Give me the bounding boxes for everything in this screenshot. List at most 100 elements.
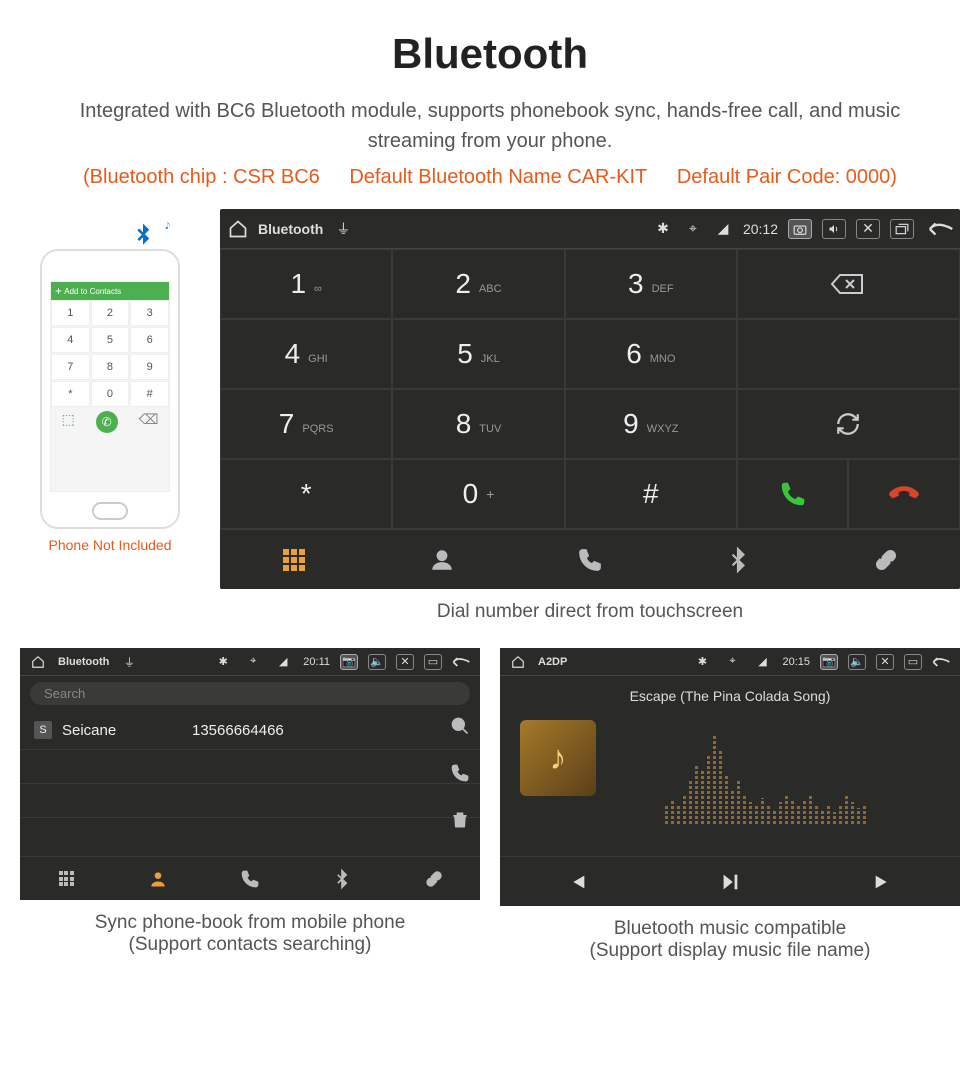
status-title: Bluetooth: [58, 656, 109, 668]
dialer-caption: Dial number direct from touchscreen: [220, 589, 960, 643]
caption-line1: Bluetooth music compatible: [614, 918, 846, 939]
home-icon[interactable]: [508, 655, 528, 669]
phone-illustration: + Add to Contacts 123 456 789 *0# ⬚ ✆ ⌫ …: [20, 209, 200, 553]
dialer-screen: Bluetooth ⏚ ✱ ⌖ ◢ 20:12 ✕ 1∞2ABC3DEF4GHI…: [220, 209, 960, 589]
contact-row[interactable]: S Seicane 13566664466: [20, 711, 480, 750]
empty-cell: [737, 319, 960, 389]
dial-key-1[interactable]: 1∞: [220, 249, 392, 319]
screenshot-button[interactable]: 📷: [340, 654, 358, 670]
status-time: 20:12: [743, 221, 778, 237]
tab-call-history[interactable]: [516, 530, 664, 589]
bluetooth-icon: [128, 221, 158, 259]
backspace-button[interactable]: [737, 249, 960, 319]
side-actions: [450, 716, 470, 835]
hero-specs: (Bluetooth chip : CSR BC6 Default Blueto…: [20, 166, 960, 189]
prev-button[interactable]: [500, 857, 653, 906]
close-button[interactable]: ✕: [856, 219, 880, 239]
close-button[interactable]: ✕: [396, 654, 414, 670]
dial-key-2[interactable]: 2ABC: [392, 249, 564, 319]
back-button[interactable]: [932, 219, 952, 239]
bluetooth-status-icon: ✱: [653, 220, 673, 237]
volume-button[interactable]: 🔈: [368, 654, 386, 670]
phone-disclaimer: Phone Not Included: [20, 537, 200, 553]
bottom-tabs: [20, 856, 480, 900]
caption-line2: (Support contacts searching): [30, 934, 470, 956]
phonebook-screen: Bluetooth ⏚ ✱ ⌖ ◢ 20:11 📷 🔈 ✕ ▭ Searc: [20, 648, 480, 900]
tab-dialpad[interactable]: [220, 530, 368, 589]
status-bar: Bluetooth ⏚ ✱ ⌖ ◢ 20:11 📷 🔈 ✕ ▭: [20, 648, 480, 676]
search-input[interactable]: Search: [30, 682, 470, 705]
phonebook-caption: Sync phone-book from mobile phone (Suppo…: [20, 900, 480, 976]
dial-key-3[interactable]: 3DEF: [565, 249, 737, 319]
search-icon[interactable]: [450, 716, 470, 741]
music-controls: [500, 856, 960, 906]
caption-line1: Sync phone-book from mobile phone: [95, 912, 406, 933]
dial-key-7[interactable]: 7PQRS: [220, 389, 392, 459]
tab-contacts[interactable]: [112, 857, 204, 900]
dial-key-9[interactable]: 9WXYZ: [565, 389, 737, 459]
bottom-tabs: [220, 529, 960, 589]
music-screen: A2DP ✱ ⌖ ◢ 20:15 📷 🔈 ✕ ▭ Escape (The Pin…: [500, 648, 960, 906]
tab-pair[interactable]: [812, 530, 960, 589]
page-title: Bluetooth: [20, 30, 960, 78]
dial-key-0[interactable]: 0+: [392, 459, 564, 529]
music-note-icon: ♪: [550, 739, 567, 778]
usb-icon: ⏚: [333, 219, 353, 239]
redial-button[interactable]: [737, 389, 960, 459]
dial-key-#[interactable]: #: [565, 459, 737, 529]
screenshot-button[interactable]: 📷: [820, 654, 838, 670]
next-button[interactable]: [807, 857, 960, 906]
status-bar: A2DP ✱ ⌖ ◢ 20:15 📷 🔈 ✕ ▭: [500, 648, 960, 676]
music-caption: Bluetooth music compatible (Support disp…: [500, 906, 960, 982]
dial-key-8[interactable]: 8TUV: [392, 389, 564, 459]
close-button[interactable]: ✕: [876, 654, 894, 670]
hero-description: Integrated with BC6 Bluetooth module, su…: [50, 96, 930, 156]
home-icon[interactable]: [28, 655, 48, 669]
recents-button[interactable]: [890, 219, 914, 239]
bluetooth-status-icon: ✱: [213, 655, 233, 668]
wifi-icon: ◢: [752, 655, 772, 668]
recents-button[interactable]: ▭: [424, 654, 442, 670]
spec-name: Default Bluetooth Name CAR-KIT: [349, 166, 647, 188]
call-button[interactable]: [737, 459, 849, 529]
status-time: 20:15: [782, 656, 810, 668]
caption-line2: (Support display music file name): [510, 940, 950, 962]
dial-key-5[interactable]: 5JKL: [392, 319, 564, 389]
dial-key-6[interactable]: 6MNO: [565, 319, 737, 389]
back-button[interactable]: [932, 655, 952, 669]
bluetooth-status-icon: ✱: [692, 655, 712, 668]
volume-button[interactable]: 🔈: [848, 654, 866, 670]
album-art: ♪: [520, 720, 596, 796]
phone-topbar-label: Add to Contacts: [64, 287, 121, 296]
spec-code: Default Pair Code: 0000): [677, 166, 897, 188]
location-icon: ⌖: [722, 655, 742, 668]
usb-icon: ⏚: [119, 654, 139, 670]
home-icon[interactable]: [228, 219, 248, 239]
back-button[interactable]: [452, 655, 472, 669]
contact-name: Seicane: [62, 722, 192, 739]
contact-badge: S: [34, 721, 52, 739]
hangup-button[interactable]: [848, 459, 960, 529]
location-icon: ⌖: [683, 220, 703, 237]
tab-call-history[interactable]: [204, 857, 296, 900]
tab-bluetooth[interactable]: [664, 530, 812, 589]
dial-key-4[interactable]: 4GHI: [220, 319, 392, 389]
volume-button[interactable]: [822, 219, 846, 239]
tab-dialpad[interactable]: [20, 857, 112, 900]
delete-icon[interactable]: [450, 810, 470, 835]
wifi-icon: ◢: [273, 655, 293, 668]
recents-button[interactable]: ▭: [904, 654, 922, 670]
equalizer-visual: [586, 724, 944, 824]
tab-pair[interactable]: [388, 857, 480, 900]
tab-bluetooth[interactable]: [296, 857, 388, 900]
status-title: Bluetooth: [258, 221, 323, 237]
status-title: A2DP: [538, 656, 567, 668]
status-time: 20:11: [303, 656, 330, 668]
tab-contacts[interactable]: [368, 530, 516, 589]
screenshot-button[interactable]: [788, 219, 812, 239]
location-icon: ⌖: [243, 655, 263, 668]
call-icon[interactable]: [450, 763, 470, 788]
play-pause-button[interactable]: [653, 857, 806, 906]
dial-key-*[interactable]: *: [220, 459, 392, 529]
track-title: Escape (The Pina Colada Song): [516, 688, 944, 704]
